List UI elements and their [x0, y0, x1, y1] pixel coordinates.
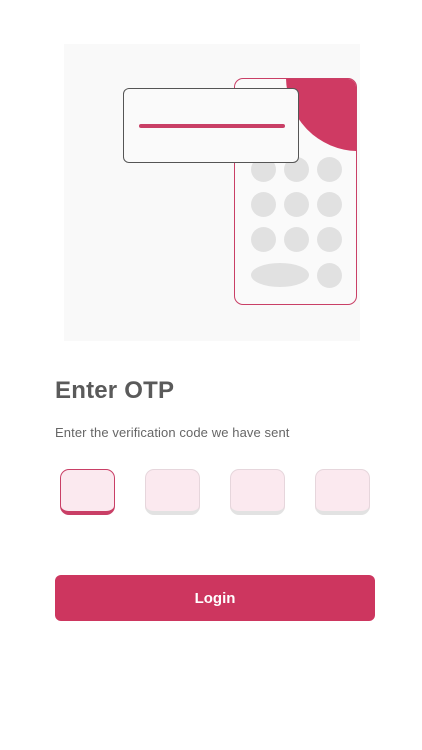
otp-screen: Enter OTP Enter the verification code we… — [0, 0, 422, 750]
login-button[interactable]: Login — [55, 575, 375, 621]
otp-digit-4-input[interactable] — [315, 469, 370, 515]
keypad-key — [317, 192, 342, 217]
keypad-key — [317, 157, 342, 182]
page-subtitle: Enter the verification code we have sent — [55, 425, 290, 440]
keypad-key — [251, 192, 276, 217]
otp-digit-3-input[interactable] — [230, 469, 285, 515]
keypad-key — [317, 263, 342, 288]
page-title: Enter OTP — [55, 377, 175, 404]
otp-digit-2-input[interactable] — [145, 469, 200, 515]
otp-digit-1-input[interactable] — [60, 469, 115, 515]
otp-input-group — [60, 469, 372, 519]
keypad-key — [251, 227, 276, 252]
keypad-key — [284, 227, 309, 252]
keypad-key — [284, 192, 309, 217]
otp-message-line — [139, 124, 285, 128]
otp-message-card — [123, 88, 299, 163]
otp-phone-illustration-icon — [64, 44, 360, 341]
keypad-key-wide — [251, 263, 309, 287]
keypad-key — [317, 227, 342, 252]
